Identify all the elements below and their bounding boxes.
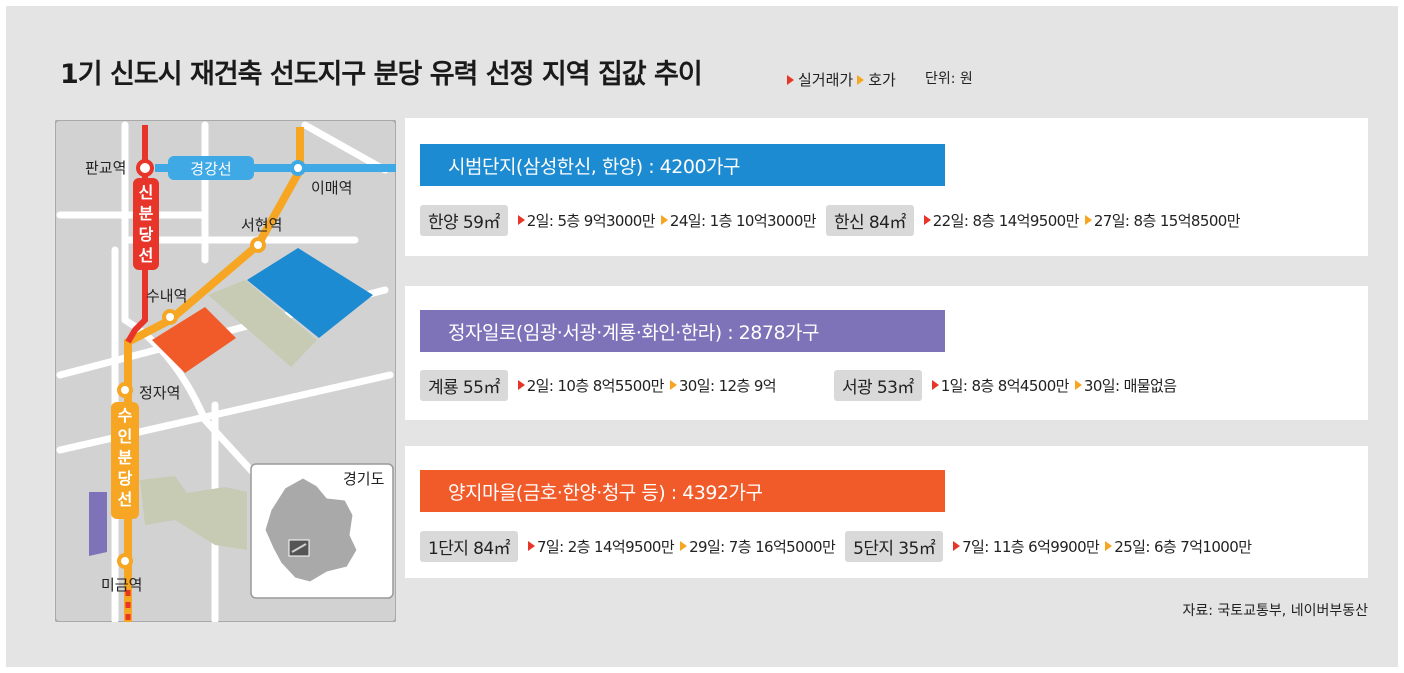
svg-text:당: 당: [139, 226, 154, 244]
actual-price-marker-icon: [517, 380, 525, 390]
migeum-station-label: 미금역: [101, 577, 142, 594]
price-item: 22일: 8층 14억9500만: [923, 210, 1079, 231]
price-item: 2일: 5층 9억3000만: [517, 210, 656, 231]
unit-label: 단위: 원: [925, 71, 973, 87]
bundang-map: 경강선 신분당선 수인분당선 판교역 이매역 서현역 수내역 정자역 미금역 경…: [55, 120, 396, 622]
jeongja-station-label: 정자역: [139, 385, 180, 402]
complex-chip: 계룡 55㎡: [420, 369, 508, 401]
asking-price-marker-icon: [660, 215, 668, 225]
section-title-band: 양지마을(금호·한양·청구 등) : 4392가구: [420, 470, 945, 512]
price-item: 30일: 매물없음: [1074, 375, 1177, 396]
price-item: 7일: 2층 14억9500만: [527, 536, 675, 557]
legend-actual-label: 실거래가: [798, 71, 854, 89]
asking-price-marker-icon: [1074, 380, 1082, 390]
page-title: 1기 신도시 재건축 선도지구 분당 유력 선정 지역 집값 추이: [60, 59, 703, 90]
seohyeon-station-marker: [250, 237, 266, 253]
complex-chip: 서광 53㎡: [833, 369, 922, 401]
actual-price-marker-icon: [527, 541, 535, 551]
svg-text:분: 분: [118, 449, 133, 467]
seohyeon-station-label: 서현역: [241, 217, 282, 234]
section-card-jeongja: 정자일로(임광·서광·계룡·화인·한라) : 2878가구 계룡 55㎡ 2일:…: [405, 286, 1368, 420]
source-note: 자료: 국토교통부, 네이버부동산: [1182, 603, 1368, 619]
actual-price-marker-icon: [517, 215, 525, 225]
complex-chip: 5단지 35㎡: [845, 530, 944, 562]
asking-price-marker-icon: [1105, 541, 1113, 551]
imae-station-label: 이매역: [311, 180, 352, 197]
yangji-maeul-area: [89, 492, 107, 556]
actual-price-marker-icon: [931, 380, 939, 390]
price-row: 1단지 84㎡ 7일: 2층 14억9500만 29일: 7층 16억5000만…: [420, 530, 1257, 562]
svg-text:분: 분: [139, 205, 154, 223]
asking-price-marker-icon: [857, 74, 865, 85]
complex-chip: 한신 84㎡: [826, 204, 914, 236]
svg-text:당: 당: [118, 470, 133, 488]
svg-text:선: 선: [118, 491, 133, 509]
complex-chip: 한양 59㎡: [420, 204, 508, 236]
section-card-yangji: 양지마을(금호·한양·청구 등) : 4392가구 1단지 84㎡ 7일: 2층…: [405, 446, 1368, 578]
gyeonggang-line-label: 경강선: [190, 161, 231, 178]
price-item: 1일: 8층 8억4500만: [931, 375, 1069, 396]
price-item: 29일: 7층 16억5000만: [680, 536, 836, 557]
asking-price-marker-icon: [669, 380, 677, 390]
price-row: 한양 59㎡ 2일: 5층 9억3000만 24일: 1층 10억3000만 한…: [420, 204, 1246, 236]
svg-text:인: 인: [118, 428, 133, 446]
complex-chip: 1단지 84㎡: [420, 530, 518, 562]
price-item: 7일: 11층 6억9900만: [953, 536, 1100, 557]
price-item: 24일: 1층 10억3000만: [660, 210, 817, 231]
imae-station-marker: [290, 160, 306, 176]
actual-price-marker-icon: [953, 541, 961, 551]
actual-price-marker-icon: [923, 215, 931, 225]
actual-price-marker-icon: [787, 74, 794, 85]
migeum-station-marker: [117, 553, 133, 569]
price-item: 25일: 6층 7억1000만: [1105, 536, 1252, 557]
pangyo-station-marker: [136, 159, 154, 177]
svg-text:선: 선: [139, 247, 154, 265]
legend: 실거래가 호가: [787, 69, 896, 90]
jeongja-station-marker: [117, 382, 133, 398]
svg-text:신: 신: [139, 184, 154, 202]
pangyo-station-label: 판교역: [85, 160, 126, 177]
asking-price-marker-icon: [680, 541, 688, 551]
svg-text:수: 수: [118, 407, 133, 425]
legend-asking-label: 호가: [868, 71, 896, 89]
price-item: 30일: 12층 9억: [669, 375, 777, 396]
price-row: 계룡 55㎡ 2일: 10층 8억5500만 30일: 12층 9억 서광 53…: [420, 369, 1182, 401]
price-item: 2일: 10층 8억5500만: [517, 375, 664, 396]
section-title-band: 정자일로(임광·서광·계룡·화인·한라) : 2878가구: [420, 310, 945, 352]
price-item: 27일: 8층 15억8500만: [1084, 210, 1241, 231]
gyeonggi-inset-label: 경기도: [343, 471, 385, 488]
suin-bundang-line-label: 수인분당선: [118, 407, 133, 509]
sunae-station-label: 수내역: [146, 288, 187, 305]
asking-price-marker-icon: [1084, 215, 1092, 225]
section-card-sibeom: 시범단지(삼성한신, 한양) : 4200가구 한양 59㎡ 2일: 5층 9억…: [405, 118, 1368, 256]
sunae-station-marker: [162, 309, 178, 325]
section-title-band: 시범단지(삼성한신, 한양) : 4200가구: [420, 144, 945, 186]
